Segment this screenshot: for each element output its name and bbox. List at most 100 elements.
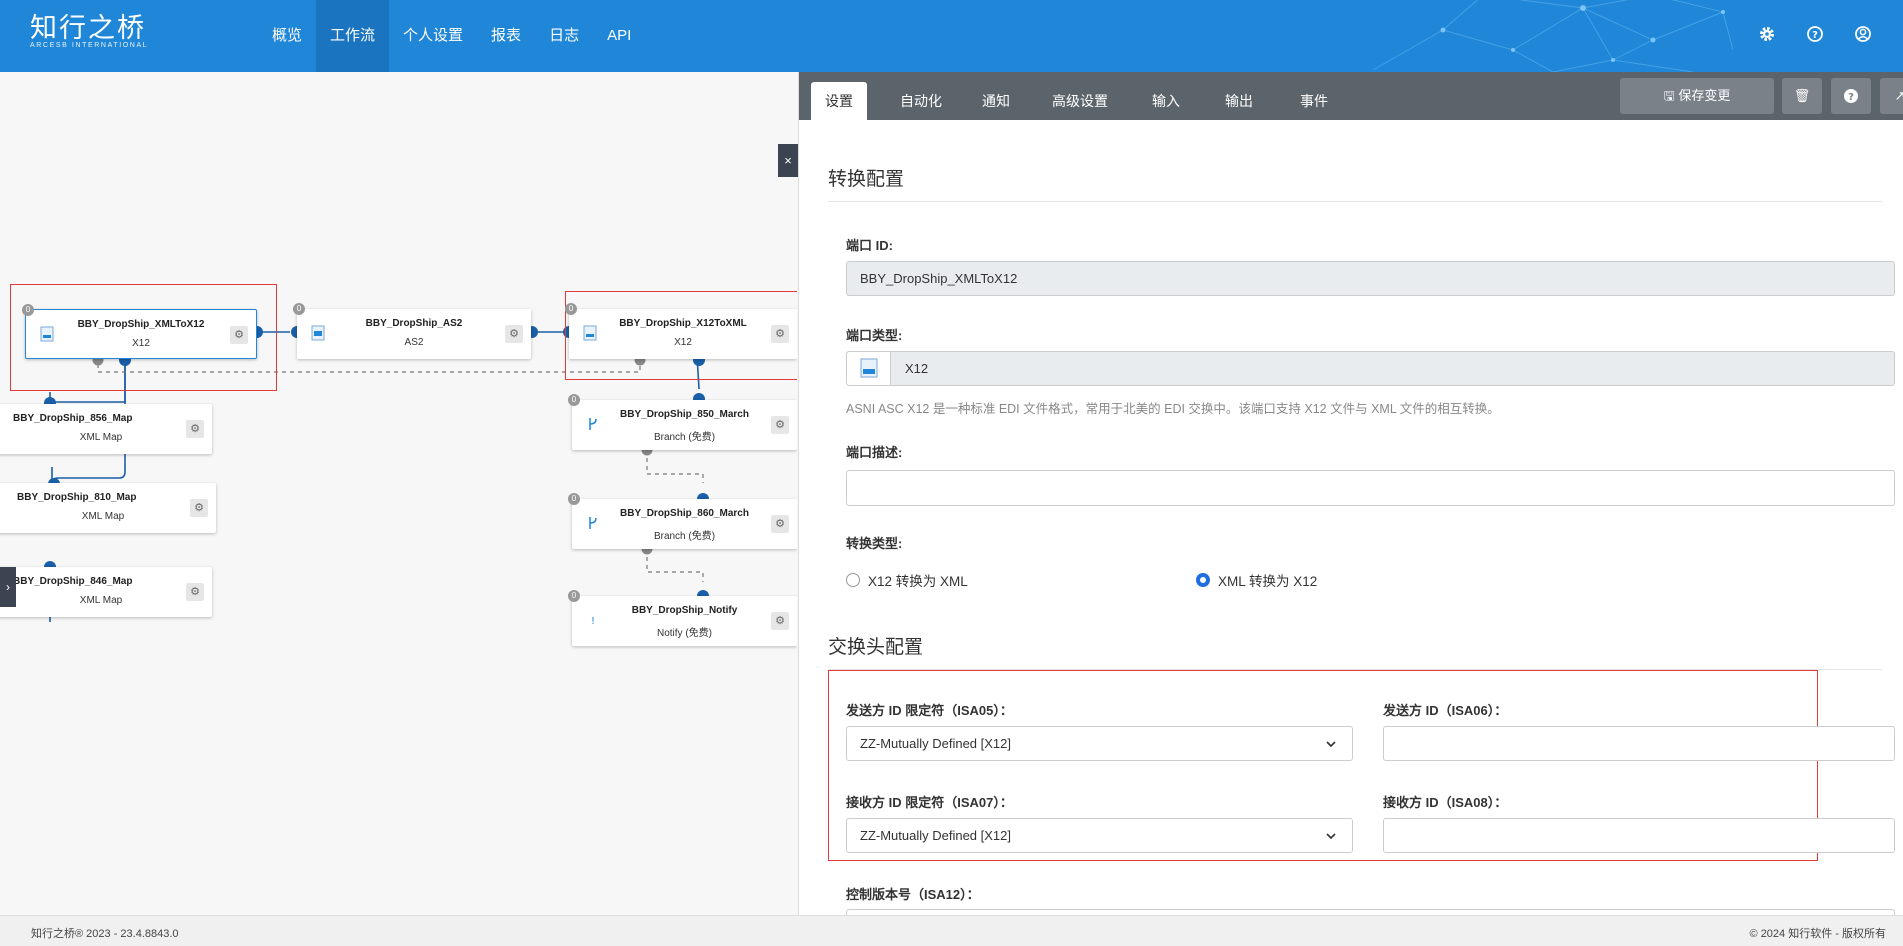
close-panel-button[interactable]: × [778, 144, 798, 177]
footer: 知行之桥® 2023 - 23.4.8843.0 © 2024 知行软件 - 版… [0, 915, 1903, 946]
node-settings-icon[interactable]: ⚙ [186, 420, 204, 438]
node-badge: 0 [565, 303, 577, 315]
tab-output[interactable]: 输出 [1211, 82, 1267, 120]
node-settings-icon[interactable]: ⚙ [230, 326, 248, 344]
user-icon[interactable] [1853, 24, 1873, 44]
open-external-button[interactable]: ↗ [1880, 78, 1903, 114]
workflow-node-map846[interactable]: BBY_DropShip_846_Map XML Map ⚙ [0, 567, 212, 617]
node-title: BBY_DropShip_856_Map [13, 413, 133, 424]
isa05-select[interactable]: ZZ-Mutually Defined [X12] [846, 726, 1353, 761]
workflow-node-map856[interactable]: BBY_DropShip_856_Map XML Map ⚙ [0, 404, 212, 454]
save-button-label: 保存变更 [1678, 88, 1731, 103]
tab-automation[interactable]: 自动化 [886, 82, 956, 120]
workflow-node-xmltox12[interactable]: 0 BBY_DropShip_XMLToX12 X12 ⚙ [22, 304, 257, 359]
node-settings-icon[interactable]: ⚙ [186, 583, 204, 601]
external-link-icon: ↗ [1895, 88, 1903, 103]
nav-item-profile[interactable]: 个人设置 [389, 0, 477, 72]
section-title-header: 交换头配置 [828, 632, 1882, 670]
chevron-down-icon [1326, 833, 1336, 840]
nav-item-workflow[interactable]: 工作流 [316, 0, 390, 72]
help-icon: ? [1844, 89, 1858, 103]
workflow-node-notify[interactable]: 0 ! BBY_DropShip_Notify Notify (免费) ⚙ [568, 590, 797, 646]
workflow-node-x12toxml[interactable]: 0 BBY_DropShip_X12ToXML X12 ⚙ [565, 303, 797, 359]
conv-type-label: 转换类型: [846, 536, 903, 551]
node-subtitle: Branch (免费) [653, 432, 716, 443]
help-icon[interactable]: ? [1805, 24, 1825, 44]
node-subtitle: XML Map [81, 511, 125, 522]
node-title: BBY_DropShip_810_Map [17, 492, 137, 503]
node-badge: 0 [568, 394, 580, 406]
node-badge: 0 [22, 304, 34, 316]
node-title: BBY_DropShip_860_March [620, 508, 749, 519]
port-id-field[interactable]: BBY_DropShip_XMLToX12 [846, 261, 1895, 296]
trash-icon: 🗑 [1793, 88, 1811, 103]
node-subtitle: XML Map [79, 432, 123, 443]
panel-tabbar: 设置 自动化 通知 高级设置 输入 输出 事件 🖫 保存变更 🗑 ? ↗ [799, 72, 1903, 120]
tab-input[interactable]: 输入 [1138, 82, 1194, 120]
logo[interactable]: 知行之桥 ARCESB INTERNATIONAL [30, 14, 149, 50]
radio-label: X12 转换为 XML [868, 574, 968, 589]
node-title: BBY_DropShip_846_Map [13, 576, 133, 587]
node-subtitle: AS2 [404, 337, 424, 348]
main-nav: 概览 工作流 个人设置 报表 日志 API [258, 0, 645, 72]
node-subtitle: XML Map [79, 595, 123, 606]
workflow-node-march850[interactable]: 0 BBY_DropShip_850_March Branch (免费) ⚙ [568, 394, 797, 450]
svg-text:?: ? [1812, 30, 1818, 41]
save-icon: 🖫 [1663, 88, 1675, 103]
node-settings-icon[interactable]: ⚙ [771, 515, 789, 533]
port-type-field[interactable]: X12 [846, 351, 1895, 386]
port-type-label: 端口类型: [846, 328, 903, 343]
chevron-down-icon [1326, 741, 1336, 748]
help-button[interactable]: ? [1831, 78, 1871, 114]
logo-subtext: ARCESB INTERNATIONAL [30, 42, 149, 49]
isa07-value: ZZ-Mutually Defined [X12] [860, 828, 1012, 843]
isa08-field[interactable] [1383, 818, 1895, 853]
network-decoration [1372, 0, 1733, 72]
node-badge: 0 [568, 493, 580, 505]
tab-advanced[interactable]: 高级设置 [1038, 82, 1122, 120]
port-desc-textarea[interactable] [846, 470, 1895, 506]
radio-xml-to-x12[interactable]: XML 转换为 X12 [1196, 570, 1317, 590]
isa06-label: 发送方 ID（ISA06）： [1383, 703, 1508, 718]
nav-item-reports[interactable]: 报表 [477, 0, 535, 72]
isa05-label: 发送方 ID 限定符（ISA05）： [846, 703, 1013, 718]
node-settings-icon[interactable]: ⚙ [771, 416, 789, 434]
tab-settings[interactable]: 设置 [811, 82, 867, 120]
x12-asc-icon [847, 352, 891, 385]
save-changes-button[interactable]: 🖫 保存变更 [1620, 78, 1774, 114]
isa05-value: ZZ-Mutually Defined [X12] [860, 736, 1012, 751]
isa07-select[interactable]: ZZ-Mutually Defined [X12] [846, 818, 1353, 853]
nav-item-overview[interactable]: 概览 [258, 0, 316, 72]
node-subtitle: Notify (免费) [657, 628, 712, 639]
gear-icon[interactable] [1757, 24, 1777, 44]
tab-events[interactable]: 事件 [1286, 82, 1342, 120]
port-desc-label: 端口描述: [846, 445, 903, 460]
node-settings-icon[interactable]: ⚙ [190, 499, 208, 517]
radio-x12-to-xml[interactable]: X12 转换为 XML [846, 570, 968, 590]
workflow-node-as2[interactable]: 0 BBY_DropShip_AS2 AS2 ⚙ [293, 303, 531, 359]
footer-version: 知行之桥® 2023 - 23.4.8843.0 [31, 928, 179, 940]
node-settings-icon[interactable]: ⚙ [771, 612, 789, 630]
tab-notifications[interactable]: 通知 [968, 82, 1024, 120]
radio-circle-selected [1196, 573, 1210, 587]
svg-text:?: ? [1848, 92, 1854, 103]
workflow-node-march860[interactable]: 0 BBY_DropShip_860_March Branch (免费) ⚙ [568, 493, 797, 549]
workflow-node-map810[interactable]: BBY_DropShip_810_Map XML Map ⚙ [0, 483, 216, 533]
isa12-label: 控制版本号（ISA12）： [846, 887, 980, 902]
workflow-canvas[interactable]: 0 BBY_DropShip_XMLToX12 X12 ⚙ 0 BBY_Drop… [0, 72, 797, 915]
nav-item-api[interactable]: API [593, 0, 645, 72]
settings-panel: 设置 自动化 通知 高级设置 输入 输出 事件 🖫 保存变更 🗑 ? ↗ 转换配… [798, 72, 1903, 915]
top-navbar: 知行之桥 ARCESB INTERNATIONAL 概览 工作流 个人设置 报表… [0, 0, 1903, 72]
node-subtitle: X12 [132, 338, 150, 349]
node-settings-icon[interactable]: ⚙ [505, 325, 523, 343]
node-settings-icon[interactable]: ⚙ [771, 325, 789, 343]
nav-item-logs[interactable]: 日志 [535, 0, 593, 72]
port-type-value: X12 [905, 361, 929, 376]
node-title: BBY_DropShip_AS2 [365, 318, 463, 329]
expand-left-button[interactable]: › [0, 567, 16, 607]
node-subtitle: X12 [674, 337, 692, 348]
isa07-label: 接收方 ID 限定符（ISA07）： [846, 795, 1013, 810]
isa06-field[interactable] [1383, 726, 1895, 761]
footer-copyright: © 2024 知行软件 - 版权所有 [1749, 928, 1886, 940]
delete-button[interactable]: 🗑 [1782, 78, 1822, 114]
